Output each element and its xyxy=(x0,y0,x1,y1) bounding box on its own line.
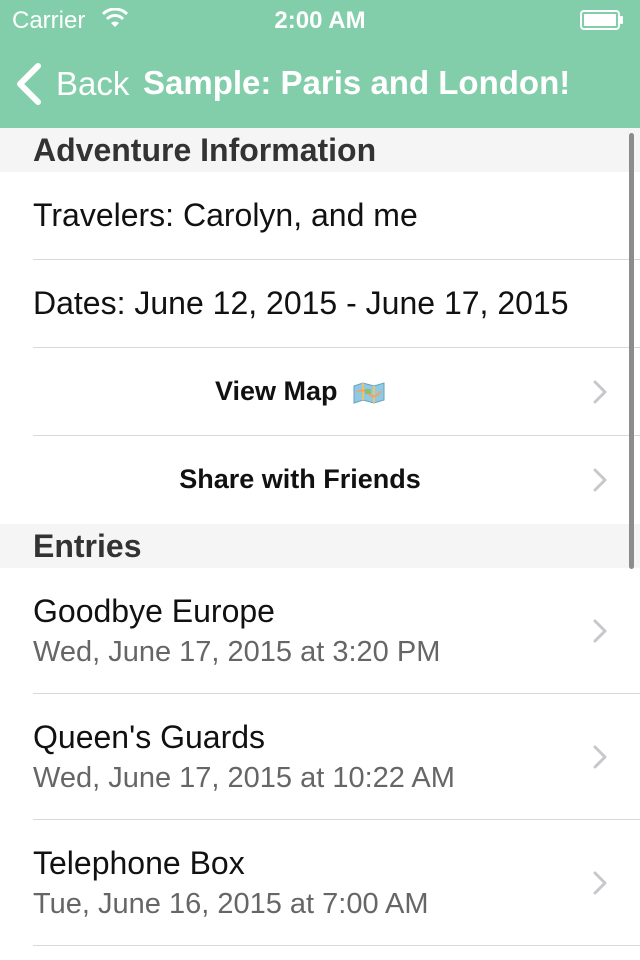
entry-date: Wed, June 17, 2015 at 10:22 AM xyxy=(33,762,455,794)
row-divider xyxy=(33,945,640,946)
chevron-right-icon xyxy=(593,871,607,895)
scrollbar[interactable] xyxy=(629,133,634,569)
entry-row[interactable]: Goodbye Europe Wed, June 17, 2015 at 3:2… xyxy=(0,568,640,694)
entry-title: Telephone Box xyxy=(33,845,245,881)
section-title-entries: Entries xyxy=(33,528,142,564)
back-label: Back xyxy=(56,65,130,102)
back-button[interactable]: Back xyxy=(14,62,129,106)
map-icon xyxy=(353,382,385,404)
page-title: Sample: Paris and London! xyxy=(143,64,571,101)
entry-date: Tue, June 16, 2015 at 7:00 AM xyxy=(33,888,429,920)
section-header-entries: Entries xyxy=(0,524,640,568)
share-row[interactable]: Share with Friends xyxy=(0,436,640,524)
chevron-right-icon xyxy=(593,745,607,769)
chevron-right-icon xyxy=(593,619,607,643)
status-bar: Carrier 2:00 AM xyxy=(0,0,640,40)
header: Carrier 2:00 AM Back Sample: Paris and L… xyxy=(0,0,640,128)
entry-title: Queen's Guards xyxy=(33,719,266,755)
entry-date: Wed, June 17, 2015 at 3:20 PM xyxy=(33,636,441,668)
entry-row[interactable]: Telephone Box Tue, June 16, 2015 at 7:00… xyxy=(0,820,640,946)
status-time: 2:00 AM xyxy=(274,7,366,34)
view-map-label: View Map xyxy=(214,376,338,406)
section-title-info: Adventure Information xyxy=(33,132,377,168)
entry-title: Goodbye Europe xyxy=(33,593,275,629)
travelers-row: Travelers: Carolyn, and me xyxy=(0,172,640,260)
entry-row[interactable]: Queen's Guards Wed, June 17, 2015 at 10:… xyxy=(0,694,640,820)
view-map-button[interactable]: View Map xyxy=(0,376,600,407)
back-chevron-icon xyxy=(17,63,41,105)
view-map-row[interactable]: View Map xyxy=(0,348,640,436)
share-button[interactable]: Share with Friends xyxy=(0,464,600,495)
travelers-label: Travelers: Carolyn, and me xyxy=(33,197,418,233)
battery-icon xyxy=(580,10,623,30)
navigation-bar: Back Sample: Paris and London! xyxy=(0,40,640,128)
dates-label: Dates: June 12, 2015 - June 17, 2015 xyxy=(33,285,569,321)
dates-row: Dates: June 12, 2015 - June 17, 2015 xyxy=(0,260,640,348)
chevron-right-icon xyxy=(593,468,607,492)
section-header-info: Adventure Information xyxy=(0,128,640,172)
chevron-right-icon xyxy=(593,380,607,404)
